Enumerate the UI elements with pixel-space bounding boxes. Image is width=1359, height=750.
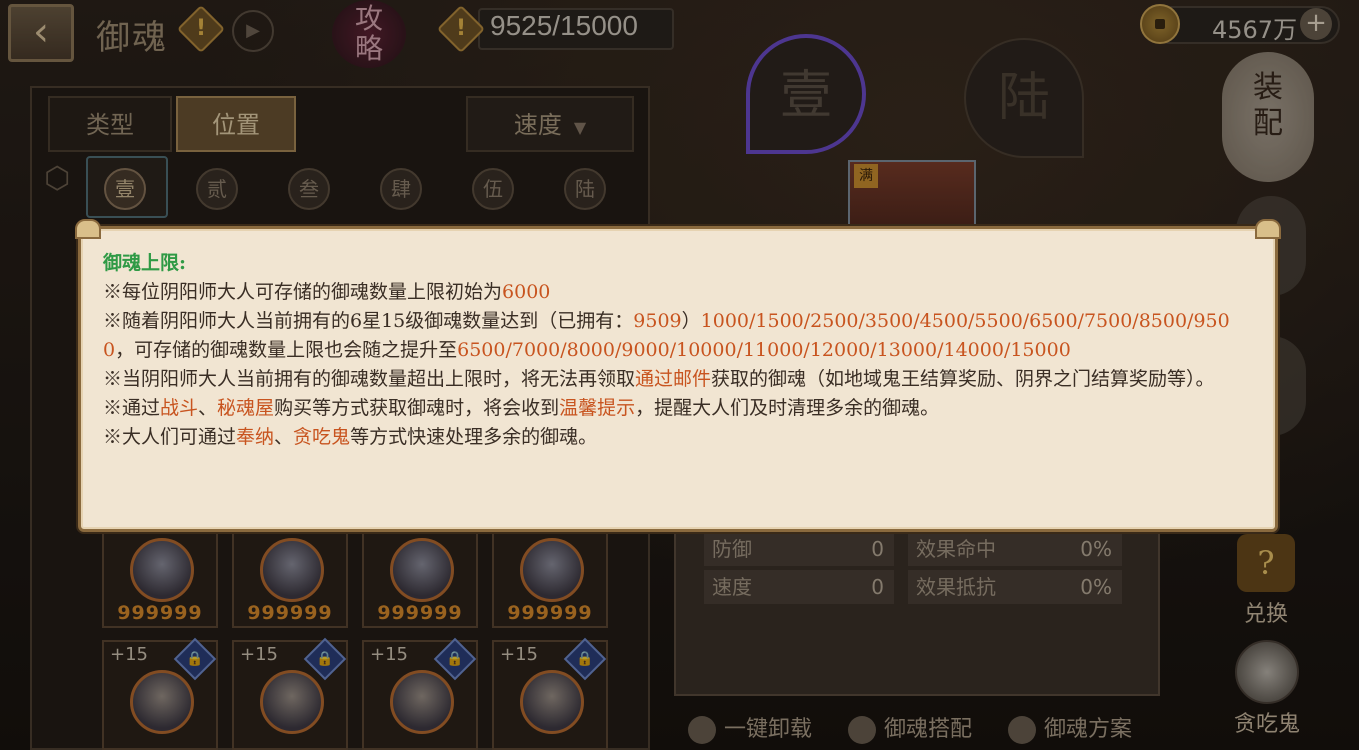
tooltip-corner-ornament xyxy=(1255,219,1281,239)
soul-limit-tooltip: 御魂上限: ※每位阴阳师大人可存储的御魂数量上限初始为6000 ※随着阴阳师大人… xyxy=(75,219,1281,532)
tooltip-line: ※大人们可通过奉纳、贪吃鬼等方式快速处理多余的御魂。 xyxy=(103,426,598,448)
tooltip-line: ※随着阴阳师大人当前拥有的6星15级御魂数量达到（已拥有：9509）1000/1… xyxy=(103,310,1230,361)
tooltip-corner-ornament xyxy=(75,219,101,239)
tooltip-line: ※每位阴阳师大人可存储的御魂数量上限初始为6000 xyxy=(103,281,551,303)
tooltip-line: ※当阴阳师大人当前拥有的御魂数量超出上限时，将无法再领取通过邮件获取的御魂（如地… xyxy=(103,368,1215,390)
tooltip-title: 御魂上限: xyxy=(103,252,187,274)
tooltip-line: ※通过战斗、秘魂屋购买等方式获取御魂时，将会收到温馨提示，提醒大人们及时清理多余… xyxy=(103,397,940,419)
